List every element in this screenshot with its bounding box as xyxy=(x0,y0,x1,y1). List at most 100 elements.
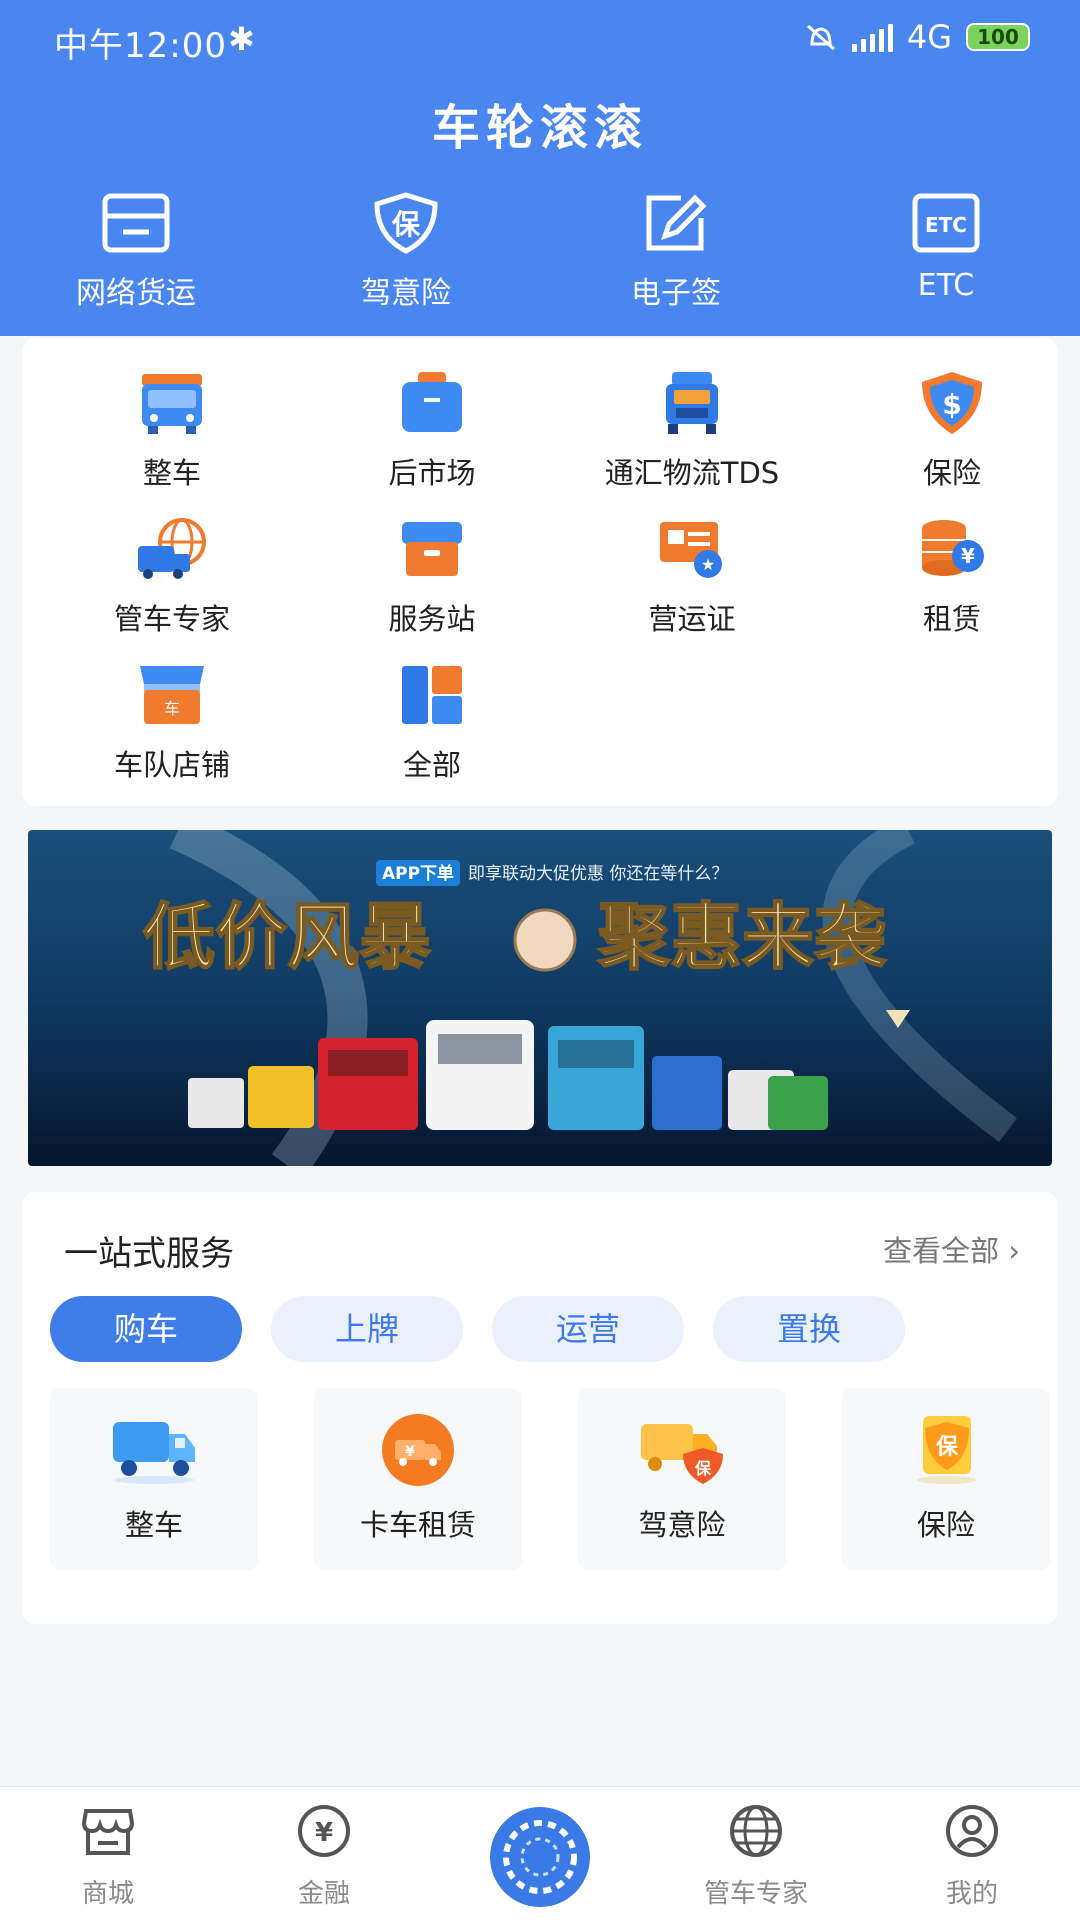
yen-circle-icon: ¥ xyxy=(298,1805,350,1857)
tab-operation[interactable]: 运营 xyxy=(492,1296,684,1362)
user-icon xyxy=(946,1805,998,1857)
insurance-glyph: 保 xyxy=(392,208,421,241)
grid-item-label: 整车 xyxy=(142,456,201,490)
tab-mine[interactable]: 我的 xyxy=(892,1803,1052,1910)
yen-glyph: ¥ xyxy=(961,544,975,568)
quick-freight-button[interactable]: 网络货运 xyxy=(36,192,236,312)
service-card-label: 整车 xyxy=(124,1508,183,1542)
quick-label: 网络货运 xyxy=(76,276,196,311)
svg-text:★: ★ xyxy=(701,555,715,574)
tab-licensing[interactable]: 上牌 xyxy=(271,1296,463,1362)
battery-icon: 100 xyxy=(966,23,1030,51)
services-title: 一站式服务 xyxy=(64,1234,234,1274)
network-type: 4G xyxy=(906,18,952,56)
rental-glyph: ¥ xyxy=(405,1444,415,1460)
grid-item-label: 后市场 xyxy=(388,456,476,490)
quick-etc-button[interactable]: ETC ETC xyxy=(846,192,1046,303)
dollar-glyph: $ xyxy=(942,388,961,421)
tab-label: 金融 xyxy=(297,1879,350,1909)
service-card-truck-rental[interactable]: ¥ 卡车租赁 xyxy=(314,1388,522,1570)
status-indicators: 4G 100 xyxy=(804,18,1030,56)
service-card-whole-vehicle[interactable]: 整车 xyxy=(50,1388,258,1570)
grid-item-label: 保险 xyxy=(922,456,981,490)
grid-item-operating-permit[interactable]: ★ 营运证 xyxy=(562,516,822,638)
grid-item-service-station[interactable]: 服务站 xyxy=(302,516,562,638)
insurance-shield-icon: 保 xyxy=(374,192,438,254)
tab-replacement[interactable]: 置换 xyxy=(713,1296,905,1362)
grid-item-fleet-expert[interactable]: 管车专家 xyxy=(42,516,302,638)
grid-item-label: 管车专家 xyxy=(113,602,230,636)
shop-icon xyxy=(81,1809,135,1855)
service-box-icon xyxy=(402,522,462,576)
quick-accident-insurance-button[interactable]: 保 驾意险 xyxy=(306,192,506,312)
semi-truck-icon xyxy=(666,372,718,434)
all-blocks-icon xyxy=(402,666,462,724)
banner-headline-left: 低价风暴 xyxy=(143,895,431,979)
grid-item-all[interactable]: 全部 xyxy=(302,662,562,784)
mute-alarm-icon xyxy=(806,24,835,51)
banner-headline-right: 聚惠来袭 xyxy=(597,895,887,979)
grid-item-aftermarket[interactable]: 后市场 xyxy=(302,370,562,492)
banner-subtitle: 即享联动大促优惠 你还在等什么？ xyxy=(468,864,728,884)
globe-icon xyxy=(730,1805,782,1857)
promo-banner[interactable]: APP下单 即享联动大促优惠 你还在等什么？ 低价风暴 聚惠来袭 xyxy=(28,830,1052,1166)
truck-insurance-icon: 保 xyxy=(641,1424,723,1484)
store-glyph: 车 xyxy=(164,699,180,718)
certificate-icon: ★ xyxy=(660,522,722,578)
grid-item-whole-vehicle[interactable]: 整车 xyxy=(42,370,302,492)
insurance-card-glyph: 保 xyxy=(935,1435,959,1460)
banner-tag: APP下单 xyxy=(382,863,454,884)
tab-finance[interactable]: ¥ 金融 xyxy=(244,1803,404,1910)
tab-buy-car[interactable]: 购车 xyxy=(50,1296,242,1362)
grid-item-label: 全部 xyxy=(402,748,461,782)
bottom-tab-bar: 商城 ¥ 金融 管车专家 我的 xyxy=(0,1786,1080,1920)
e-sign-icon xyxy=(646,194,707,251)
service-card-label: 保险 xyxy=(916,1508,975,1542)
grid-item-leasing[interactable]: ¥ 租赁 xyxy=(822,516,1080,638)
insurance-card-icon: 保 xyxy=(917,1416,977,1484)
center-logo-icon xyxy=(503,1820,577,1894)
truck-side-icon xyxy=(113,1422,195,1484)
truck-front-icon xyxy=(142,374,202,434)
service-card-insurance[interactable]: 保 保险 xyxy=(842,1388,1050,1570)
grid-item-label: 租赁 xyxy=(922,602,981,636)
tab-fleet-expert[interactable]: 管车专家 xyxy=(676,1803,836,1910)
grid-item-fleet-store[interactable]: 车 车队店铺 xyxy=(42,662,302,784)
quick-e-sign-button[interactable]: 电子签 xyxy=(576,192,776,312)
service-card-accident-insurance[interactable]: 保 驾意险 xyxy=(578,1388,786,1570)
service-card-label: 驾意险 xyxy=(638,1508,726,1542)
quick-label: 驾意险 xyxy=(361,276,451,311)
chevron-right-icon: › xyxy=(1008,1234,1020,1268)
etc-icon: ETC xyxy=(912,193,980,253)
bag-icon xyxy=(402,372,462,432)
finance-glyph: ¥ xyxy=(315,1818,333,1848)
status-time: 中午12:00 xyxy=(54,26,227,66)
tab-label: 商城 xyxy=(81,1879,134,1909)
center-logo-button[interactable] xyxy=(490,1807,590,1907)
grid-item-label: 服务站 xyxy=(388,602,476,636)
service-card-label: 卡车租赁 xyxy=(359,1508,476,1542)
globe-truck-icon xyxy=(138,518,206,579)
app-title: 车轮滚滚 xyxy=(431,100,648,156)
one-stop-services-card: 一站式服务 查看全部 › 购车 上牌 运营 置换 整车 ¥ 卡车租赁 保 驾意险… xyxy=(22,1192,1058,1624)
view-all-link[interactable]: 查看全部 › xyxy=(883,1228,1020,1270)
truck-insurance-glyph: 保 xyxy=(694,1459,712,1478)
view-all-label: 查看全部 xyxy=(883,1234,1000,1268)
storefront-icon: 车 xyxy=(140,666,204,724)
coins-yen-icon: ¥ xyxy=(922,520,984,576)
quick-label: ETC xyxy=(917,268,975,303)
status-bar: 中午12:00 ✱ 4G 100 xyxy=(0,0,1080,80)
grid-item-label: 车队店铺 xyxy=(113,748,230,782)
dollar-shield-icon: $ xyxy=(922,372,982,434)
grid-item-insurance[interactable]: $ 保险 xyxy=(822,370,1080,492)
top-header: 中午12:00 ✱ 4G 100 车轮滚滚 网络货运 保 驾意险 电子签 ETC… xyxy=(0,0,1080,336)
etc-glyph: ETC xyxy=(925,213,967,237)
grid-item-label: 营运证 xyxy=(648,602,736,636)
quick-label: 电子签 xyxy=(631,276,721,311)
freight-box-icon xyxy=(102,193,170,253)
tab-label: 管车专家 xyxy=(703,1879,808,1909)
grid-item-tds[interactable]: 通汇物流TDS xyxy=(562,370,822,492)
signal-icon xyxy=(851,22,893,52)
tab-label: 我的 xyxy=(945,1879,998,1909)
tab-mall[interactable]: 商城 xyxy=(28,1803,188,1910)
